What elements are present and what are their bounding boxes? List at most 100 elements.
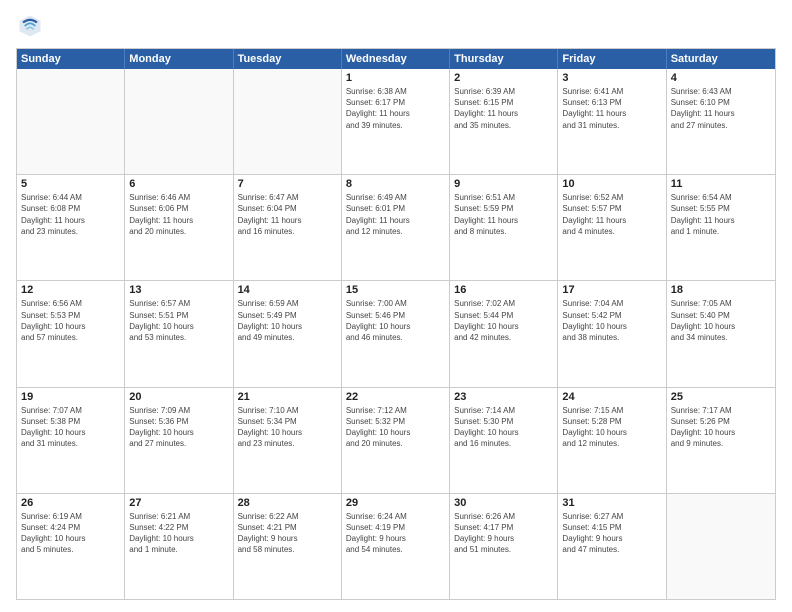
day-number: 31 bbox=[562, 497, 661, 509]
day-number: 21 bbox=[238, 391, 337, 403]
cell-info: Sunrise: 7:15 AM Sunset: 5:28 PM Dayligh… bbox=[562, 405, 661, 450]
weekday-header-sunday: Sunday bbox=[17, 49, 125, 69]
cell-info: Sunrise: 7:02 AM Sunset: 5:44 PM Dayligh… bbox=[454, 298, 553, 343]
calendar-cell: 2 Sunrise: 6:39 AM Sunset: 6:15 PM Daylig… bbox=[450, 69, 558, 174]
calendar-cell: 20 Sunrise: 7:09 AM Sunset: 5:36 PM Dayli… bbox=[125, 388, 233, 493]
calendar-cell: 27 Sunrise: 6:21 AM Sunset: 4:22 PM Dayli… bbox=[125, 494, 233, 599]
calendar-cell bbox=[125, 69, 233, 174]
cell-info: Sunrise: 6:43 AM Sunset: 6:10 PM Dayligh… bbox=[671, 86, 771, 131]
calendar-row-2: 12 Sunrise: 6:56 AM Sunset: 5:53 PM Dayli… bbox=[17, 281, 775, 387]
cell-info: Sunrise: 6:52 AM Sunset: 5:57 PM Dayligh… bbox=[562, 192, 661, 237]
calendar-cell: 7Sunrise: 6:47 AM Sunset: 6:04 PM Daylig… bbox=[234, 175, 342, 280]
cell-info: Sunrise: 6:51 AM Sunset: 5:59 PM Dayligh… bbox=[454, 192, 553, 237]
cell-info: Sunrise: 6:54 AM Sunset: 5:55 PM Dayligh… bbox=[671, 192, 771, 237]
calendar-row-3: 19 Sunrise: 7:07 AM Sunset: 5:38 PM Dayli… bbox=[17, 388, 775, 494]
cell-info: Sunrise: 7:10 AM Sunset: 5:34 PM Dayligh… bbox=[238, 405, 337, 450]
cell-info: Sunrise: 6:59 AM Sunset: 5:49 PM Dayligh… bbox=[238, 298, 337, 343]
day-number: 23 bbox=[454, 391, 553, 403]
calendar-cell: 6 Sunrise: 6:46 AM Sunset: 6:06 PM Daylig… bbox=[125, 175, 233, 280]
weekday-header-saturday: Saturday bbox=[667, 49, 775, 69]
day-number: 2 bbox=[454, 72, 553, 84]
calendar-cell: 24 Sunrise: 7:15 AM Sunset: 5:28 PM Dayli… bbox=[558, 388, 666, 493]
weekday-header-wednesday: Wednesday bbox=[342, 49, 450, 69]
cell-info: Sunrise: 7:09 AM Sunset: 5:36 PM Dayligh… bbox=[129, 405, 228, 450]
calendar-body: 1 Sunrise: 6:38 AM Sunset: 6:17 PM Daylig… bbox=[17, 69, 775, 599]
calendar: SundayMondayTuesdayWednesdayThursdayFrid… bbox=[16, 48, 776, 600]
calendar-cell: 10 Sunrise: 6:52 AM Sunset: 5:57 PM Dayli… bbox=[558, 175, 666, 280]
calendar-cell: 3 Sunrise: 6:41 AM Sunset: 6:13 PM Daylig… bbox=[558, 69, 666, 174]
day-number: 19 bbox=[21, 391, 120, 403]
day-number: 3 bbox=[562, 72, 661, 84]
day-number: 12 bbox=[21, 284, 120, 296]
day-number: 9 bbox=[454, 178, 553, 190]
cell-info: Sunrise: 6:39 AM Sunset: 6:15 PM Dayligh… bbox=[454, 86, 553, 131]
cell-info: Sunrise: 6:22 AM Sunset: 4:21 PM Dayligh… bbox=[238, 511, 337, 556]
calendar-cell: 17 Sunrise: 7:04 AM Sunset: 5:42 PM Dayli… bbox=[558, 281, 666, 386]
cell-info: Sunrise: 6:19 AM Sunset: 4:24 PM Dayligh… bbox=[21, 511, 120, 556]
cell-info: Sunrise: 6:21 AM Sunset: 4:22 PM Dayligh… bbox=[129, 511, 228, 556]
cell-info: Sunrise: 7:07 AM Sunset: 5:38 PM Dayligh… bbox=[21, 405, 120, 450]
calendar-cell: 1 Sunrise: 6:38 AM Sunset: 6:17 PM Daylig… bbox=[342, 69, 450, 174]
cell-info: Sunrise: 6:49 AM Sunset: 6:01 PM Dayligh… bbox=[346, 192, 445, 237]
calendar-cell: 19 Sunrise: 7:07 AM Sunset: 5:38 PM Dayli… bbox=[17, 388, 125, 493]
logo bbox=[16, 12, 48, 40]
calendar-cell: 21 Sunrise: 7:10 AM Sunset: 5:34 PM Dayli… bbox=[234, 388, 342, 493]
day-number: 4 bbox=[671, 72, 771, 84]
day-number: 13 bbox=[129, 284, 228, 296]
day-number: 11 bbox=[671, 178, 771, 190]
day-number: 20 bbox=[129, 391, 228, 403]
cell-info: Sunrise: 7:00 AM Sunset: 5:46 PM Dayligh… bbox=[346, 298, 445, 343]
day-number: 5 bbox=[21, 178, 120, 190]
cell-info: Sunrise: 6:26 AM Sunset: 4:17 PM Dayligh… bbox=[454, 511, 553, 556]
cell-info: Sunrise: 6:38 AM Sunset: 6:17 PM Dayligh… bbox=[346, 86, 445, 131]
day-number: 16 bbox=[454, 284, 553, 296]
cell-info: Sunrise: 6:27 AM Sunset: 4:15 PM Dayligh… bbox=[562, 511, 661, 556]
calendar-cell: 26 Sunrise: 6:19 AM Sunset: 4:24 PM Dayli… bbox=[17, 494, 125, 599]
cell-info: Sunrise: 7:04 AM Sunset: 5:42 PM Dayligh… bbox=[562, 298, 661, 343]
day-number: 24 bbox=[562, 391, 661, 403]
calendar-row-0: 1 Sunrise: 6:38 AM Sunset: 6:17 PM Daylig… bbox=[17, 69, 775, 175]
day-number: 10 bbox=[562, 178, 661, 190]
calendar-row-4: 26 Sunrise: 6:19 AM Sunset: 4:24 PM Dayli… bbox=[17, 494, 775, 599]
day-number: 27 bbox=[129, 497, 228, 509]
weekday-header-thursday: Thursday bbox=[450, 49, 558, 69]
day-number: 6 bbox=[129, 178, 228, 190]
day-number: 26 bbox=[21, 497, 120, 509]
calendar-cell: 18Sunrise: 7:05 AM Sunset: 5:40 PM Dayli… bbox=[667, 281, 775, 386]
header bbox=[16, 12, 776, 40]
cell-info: Sunrise: 6:47 AM Sunset: 6:04 PM Dayligh… bbox=[238, 192, 337, 237]
cell-info: Sunrise: 6:41 AM Sunset: 6:13 PM Dayligh… bbox=[562, 86, 661, 131]
logo-icon bbox=[16, 12, 44, 40]
calendar-cell: 29Sunrise: 6:24 AM Sunset: 4:19 PM Dayli… bbox=[342, 494, 450, 599]
calendar-cell: 9 Sunrise: 6:51 AM Sunset: 5:59 PM Daylig… bbox=[450, 175, 558, 280]
weekday-header-tuesday: Tuesday bbox=[234, 49, 342, 69]
calendar-row-1: 5 Sunrise: 6:44 AM Sunset: 6:08 PM Daylig… bbox=[17, 175, 775, 281]
calendar-cell: 13 Sunrise: 6:57 AM Sunset: 5:51 PM Dayli… bbox=[125, 281, 233, 386]
calendar-cell: 4 Sunrise: 6:43 AM Sunset: 6:10 PM Daylig… bbox=[667, 69, 775, 174]
day-number: 1 bbox=[346, 72, 445, 84]
calendar-cell bbox=[667, 494, 775, 599]
cell-info: Sunrise: 6:46 AM Sunset: 6:06 PM Dayligh… bbox=[129, 192, 228, 237]
calendar-cell: 14Sunrise: 6:59 AM Sunset: 5:49 PM Dayli… bbox=[234, 281, 342, 386]
calendar-cell bbox=[234, 69, 342, 174]
calendar-header: SundayMondayTuesdayWednesdayThursdayFrid… bbox=[17, 49, 775, 69]
calendar-cell: 15Sunrise: 7:00 AM Sunset: 5:46 PM Dayli… bbox=[342, 281, 450, 386]
cell-info: Sunrise: 6:24 AM Sunset: 4:19 PM Dayligh… bbox=[346, 511, 445, 556]
calendar-cell: 16 Sunrise: 7:02 AM Sunset: 5:44 PM Dayli… bbox=[450, 281, 558, 386]
day-number: 17 bbox=[562, 284, 661, 296]
calendar-cell: 30Sunrise: 6:26 AM Sunset: 4:17 PM Dayli… bbox=[450, 494, 558, 599]
cell-info: Sunrise: 6:56 AM Sunset: 5:53 PM Dayligh… bbox=[21, 298, 120, 343]
calendar-cell bbox=[17, 69, 125, 174]
calendar-cell: 11 Sunrise: 6:54 AM Sunset: 5:55 PM Dayli… bbox=[667, 175, 775, 280]
cell-info: Sunrise: 7:14 AM Sunset: 5:30 PM Dayligh… bbox=[454, 405, 553, 450]
day-number: 28 bbox=[238, 497, 337, 509]
calendar-cell: 22Sunrise: 7:12 AM Sunset: 5:32 PM Dayli… bbox=[342, 388, 450, 493]
calendar-cell: 12 Sunrise: 6:56 AM Sunset: 5:53 PM Dayli… bbox=[17, 281, 125, 386]
calendar-cell: 8Sunrise: 6:49 AM Sunset: 6:01 PM Daylig… bbox=[342, 175, 450, 280]
calendar-cell: 28 Sunrise: 6:22 AM Sunset: 4:21 PM Dayli… bbox=[234, 494, 342, 599]
weekday-header-monday: Monday bbox=[125, 49, 233, 69]
cell-info: Sunrise: 6:57 AM Sunset: 5:51 PM Dayligh… bbox=[129, 298, 228, 343]
cell-info: Sunrise: 6:44 AM Sunset: 6:08 PM Dayligh… bbox=[21, 192, 120, 237]
day-number: 25 bbox=[671, 391, 771, 403]
calendar-cell: 23 Sunrise: 7:14 AM Sunset: 5:30 PM Dayli… bbox=[450, 388, 558, 493]
